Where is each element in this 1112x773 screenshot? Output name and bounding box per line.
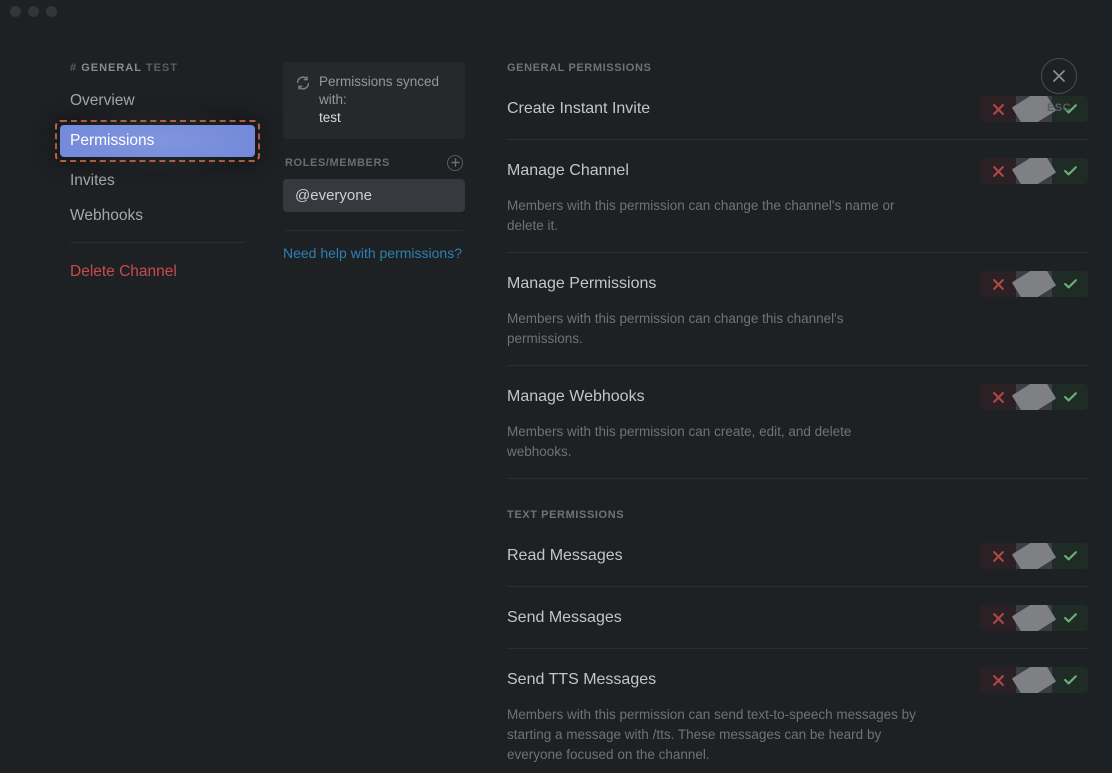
- permission-toggle: [980, 605, 1088, 631]
- sync-icon: [295, 75, 311, 91]
- close-control: ESC: [1041, 58, 1077, 114]
- permission-toggle: [980, 667, 1088, 693]
- permission-send-tts-messages: Send TTS Messages Members with this perm…: [507, 667, 1088, 773]
- sync-label: Permissions synced with:: [319, 74, 439, 107]
- traffic-light-minimize[interactable]: [28, 6, 39, 17]
- toggle-neutral[interactable]: [1016, 667, 1052, 693]
- permission-description: Members with this permission can change …: [507, 196, 917, 235]
- sidebar-item-webhooks[interactable]: Webhooks: [60, 200, 255, 232]
- window-titlebar: [0, 0, 1112, 22]
- sidebar-item-delete-channel[interactable]: Delete Channel: [60, 256, 255, 288]
- toggle-neutral[interactable]: [1016, 158, 1052, 184]
- toggle-neutral[interactable]: [1016, 271, 1052, 297]
- tutorial-highlight: Permissions: [55, 120, 260, 162]
- toggle-deny[interactable]: [980, 605, 1016, 631]
- permission-label: Read Messages: [507, 547, 623, 565]
- permissions-content: GENERAL PERMISSIONS Create Instant Invit…: [483, 22, 1112, 773]
- close-button[interactable]: [1041, 58, 1077, 94]
- traffic-light-close[interactable]: [10, 6, 21, 17]
- toggle-deny[interactable]: [980, 158, 1016, 184]
- permission-manage-channel: Manage Channel Members with this permiss…: [507, 158, 1088, 253]
- permission-send-messages: Send Messages: [507, 605, 1088, 649]
- toggle-allow[interactable]: [1052, 384, 1088, 410]
- section-title-text: TEXT PERMISSIONS: [507, 509, 1088, 521]
- permission-manage-webhooks: Manage Webhooks Members with this permis…: [507, 384, 1088, 479]
- section-title-general: GENERAL PERMISSIONS: [507, 62, 1088, 74]
- roles-panel: Permissions synced with: test ROLES/MEMB…: [265, 22, 483, 773]
- role-item-everyone[interactable]: @everyone: [283, 179, 465, 212]
- permission-toggle: [980, 384, 1088, 410]
- sync-status-box: Permissions synced with: test: [283, 62, 465, 139]
- toggle-neutral[interactable]: [1016, 605, 1052, 631]
- permission-read-messages: Read Messages: [507, 543, 1088, 587]
- toggle-allow[interactable]: [1052, 543, 1088, 569]
- toggle-allow[interactable]: [1052, 158, 1088, 184]
- toggle-allow[interactable]: [1052, 605, 1088, 631]
- permission-description: Members with this permission can change …: [507, 309, 917, 348]
- sidebar-separator: [70, 242, 245, 243]
- breadcrumb-channel: GENERAL: [81, 62, 142, 74]
- toggle-deny[interactable]: [980, 96, 1016, 122]
- toggle-neutral[interactable]: [1016, 543, 1052, 569]
- breadcrumb-suffix: TEST: [146, 62, 178, 74]
- toggle-allow[interactable]: [1052, 667, 1088, 693]
- sidebar-item-overview[interactable]: Overview: [60, 85, 255, 117]
- permission-label: Manage Permissions: [507, 275, 656, 293]
- permission-toggle: [980, 271, 1088, 297]
- permission-toggle: [980, 543, 1088, 569]
- toggle-allow[interactable]: [1052, 271, 1088, 297]
- sidebar-item-invites[interactable]: Invites: [60, 165, 255, 197]
- traffic-light-maximize[interactable]: [46, 6, 57, 17]
- breadcrumb-prefix: #: [70, 62, 77, 74]
- permission-label: Manage Webhooks: [507, 388, 645, 406]
- sidebar-item-permissions[interactable]: Permissions: [60, 125, 255, 157]
- esc-label: ESC: [1041, 102, 1077, 114]
- toggle-neutral[interactable]: [1016, 384, 1052, 410]
- permissions-help-link[interactable]: Need help with permissions?: [283, 245, 465, 261]
- permission-description: Members with this permission can create,…: [507, 422, 917, 461]
- permission-description: Members with this permission can send te…: [507, 705, 917, 764]
- breadcrumb: # GENERAL TEST: [70, 62, 245, 74]
- permission-label: Create Instant Invite: [507, 100, 650, 118]
- permission-manage-permissions: Manage Permissions Members with this per…: [507, 271, 1088, 366]
- toggle-deny[interactable]: [980, 543, 1016, 569]
- sync-target: test: [319, 109, 453, 127]
- permission-label: Send Messages: [507, 609, 622, 627]
- toggle-deny[interactable]: [980, 271, 1016, 297]
- permission-label: Manage Channel: [507, 162, 629, 180]
- roles-header-label: ROLES/MEMBERS: [285, 157, 390, 169]
- toggle-deny[interactable]: [980, 667, 1016, 693]
- permission-label: Send TTS Messages: [507, 671, 656, 689]
- permission-toggle: [980, 158, 1088, 184]
- add-role-button[interactable]: [447, 155, 463, 171]
- toggle-deny[interactable]: [980, 384, 1016, 410]
- permission-create-instant-invite: Create Instant Invite: [507, 96, 1088, 140]
- roles-separator: [285, 230, 463, 231]
- settings-sidebar: # GENERAL TEST Overview Permissions Invi…: [0, 22, 265, 773]
